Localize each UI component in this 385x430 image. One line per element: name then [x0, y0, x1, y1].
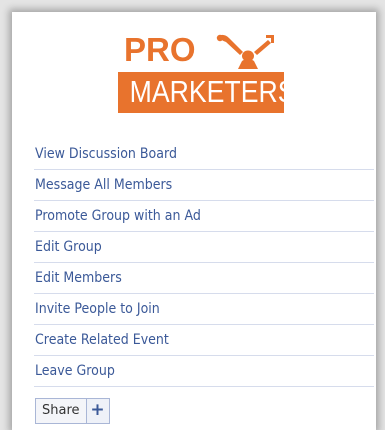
edit-members-link[interactable]: Edit Members	[35, 263, 340, 293]
list-item: View Discussion Board	[34, 139, 374, 170]
list-item: Promote Group with an Ad	[34, 201, 374, 232]
pro-marketers-logo: PRO MARKETERS	[118, 30, 296, 113]
logo-top-row: PRO	[118, 30, 284, 70]
logo-text-marketers: MARKETERS	[129, 74, 296, 109]
leave-group-link[interactable]: Leave Group	[35, 356, 340, 386]
share-label[interactable]: Share	[36, 399, 86, 423]
invite-people-link[interactable]: Invite People to Join	[35, 294, 340, 324]
view-discussion-board-link[interactable]: View Discussion Board	[35, 139, 340, 169]
logo-figure-icon	[216, 34, 274, 69]
list-item: Message All Members	[34, 170, 374, 201]
share-button[interactable]: Share +	[35, 398, 110, 424]
create-related-event-link[interactable]: Create Related Event	[35, 325, 340, 355]
list-item: Leave Group	[34, 356, 374, 387]
list-item: Edit Group	[34, 232, 374, 263]
edit-group-link[interactable]: Edit Group	[35, 232, 340, 262]
list-item: Invite People to Join	[34, 294, 374, 325]
list-item: Create Related Event	[34, 325, 374, 356]
group-action-list: View Discussion Board Message All Member…	[34, 139, 374, 387]
logo-band: MARKETERS	[118, 72, 296, 113]
plus-icon[interactable]: +	[85, 399, 109, 423]
message-all-members-link[interactable]: Message All Members	[35, 170, 340, 200]
group-actions-panel: PRO MARKETERS View Discussion Board Mess…	[12, 12, 376, 430]
list-item: Edit Members	[34, 263, 374, 294]
promote-group-link[interactable]: Promote Group with an Ad	[35, 201, 340, 231]
logo-text-pro: PRO	[124, 31, 196, 68]
